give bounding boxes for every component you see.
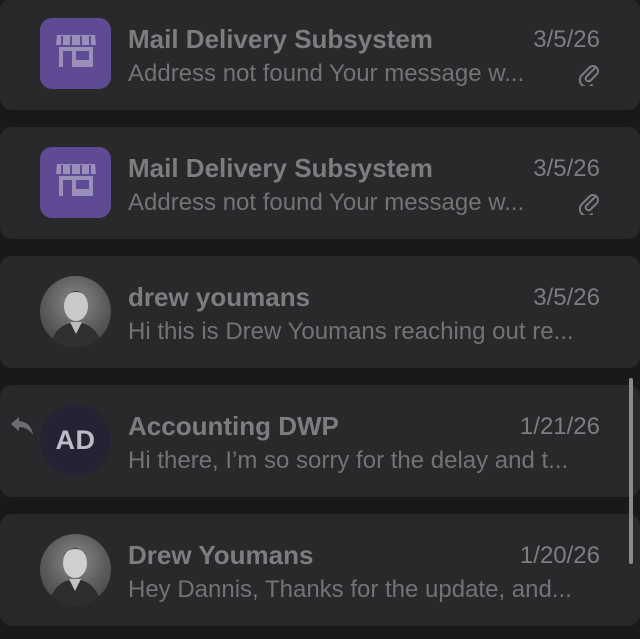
sender-name: Accounting DWP: [128, 411, 339, 441]
message-row[interactable]: Mail Delivery Subsystem 3/5/26 Address n…: [0, 0, 640, 110]
sender-name: Drew Youmans: [128, 540, 314, 570]
sender-avatar: [40, 18, 111, 89]
message-row[interactable]: Drew Youmans 1/20/26 Hey Dannis, Thanks …: [0, 514, 640, 626]
message-row[interactable]: Mail Delivery Subsystem 3/5/26 Address n…: [0, 127, 640, 239]
initials-avatar: AD: [40, 405, 111, 476]
profile-photo-avatar: [40, 276, 111, 347]
sender-name: Mail Delivery Subsystem: [128, 24, 433, 54]
message-preview: Address not found Your message w...: [128, 60, 525, 87]
store-icon: [54, 162, 98, 203]
sender-name: drew youmans: [128, 282, 311, 312]
paperclip-icon: [578, 191, 600, 218]
paperclip-icon: [578, 62, 600, 89]
message-row[interactable]: AD Accounting DWP 1/21/26 Hi there, I’m …: [0, 385, 640, 497]
message-date: 1/20/26: [519, 542, 600, 569]
message-row[interactable]: drew youmans 3/5/26 Hi this is Drew Youm…: [0, 256, 640, 368]
message-preview: Address not found Your message w...: [128, 189, 525, 216]
store-icon: [54, 33, 98, 74]
message-preview: Hey Dannis, Thanks for the update, and..…: [128, 576, 572, 603]
scrollbar[interactable]: [629, 378, 633, 564]
message-date: 3/5/26: [533, 284, 600, 311]
message-date: 3/5/26: [533, 26, 600, 53]
message-date: 3/5/26: [533, 155, 600, 182]
reply-arrow-icon: [9, 415, 35, 437]
profile-photo-avatar: [40, 534, 111, 605]
message-date: 1/21/26: [519, 413, 600, 440]
message-preview: Hi this is Drew Youmans reaching out re.…: [128, 318, 574, 345]
message-list: Mail Delivery Subsystem 3/5/26 Address n…: [0, 0, 640, 639]
sender-avatar: [40, 147, 111, 218]
message-preview: Hi there, I’m so sorry for the delay and…: [128, 447, 569, 474]
sender-name: Mail Delivery Subsystem: [128, 153, 433, 183]
